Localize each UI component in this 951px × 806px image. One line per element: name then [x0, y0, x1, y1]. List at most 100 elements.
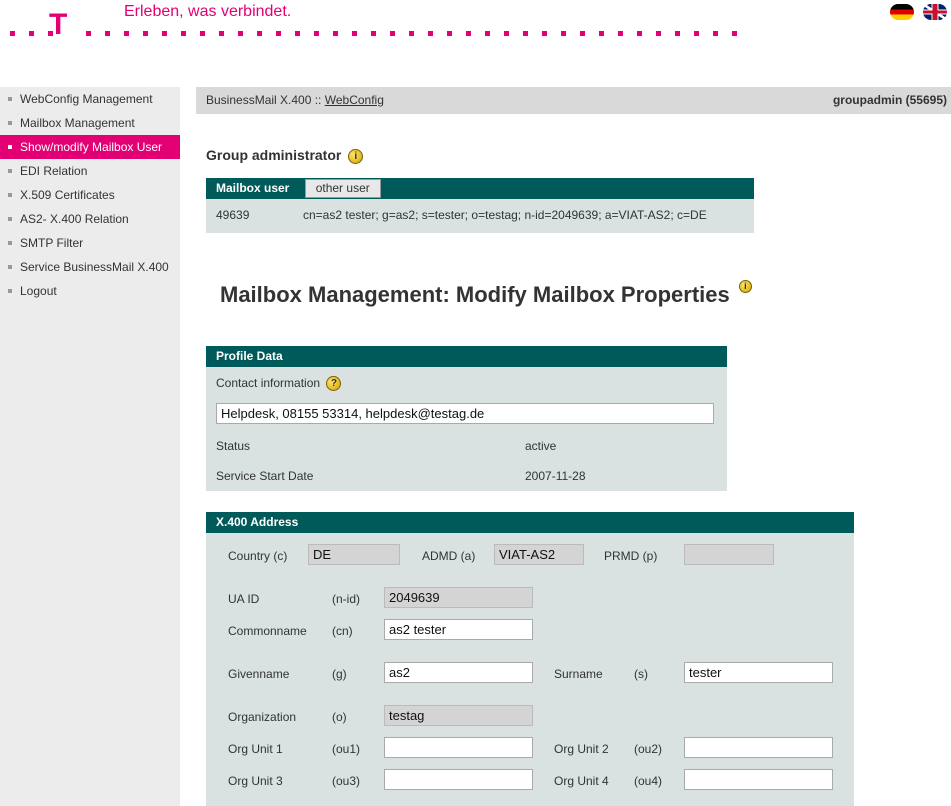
org-unit-4-label: Org Unit 4 — [554, 774, 609, 788]
sidebar-item-label: AS2- X.400 Relation — [20, 212, 129, 226]
country-field: DE — [308, 544, 400, 565]
logo-t-letter: T — [49, 8, 68, 41]
bullet-icon — [8, 169, 12, 173]
service-start-value: 2007-11-28 — [525, 469, 586, 483]
logo-dot — [466, 31, 471, 36]
user-info: groupadmin (55695) — [832, 93, 947, 107]
logo-dot — [694, 31, 699, 36]
logo-dot — [675, 31, 680, 36]
mailbox-user-id: 49639 — [216, 208, 250, 222]
surname-label: Surname — [554, 667, 603, 681]
x400-address-header: X.400 Address — [206, 512, 854, 533]
tab-other-user[interactable]: other user — [304, 179, 381, 198]
mailbox-user-panel: Mailbox user other user 49639 cn=as2 tes… — [206, 178, 754, 233]
uaid-label: UA ID — [228, 592, 260, 606]
mailbox-user-tabs: Mailbox user other user — [206, 178, 754, 199]
flag-germany-icon[interactable] — [889, 4, 914, 20]
mailbox-user-address: cn=as2 tester; g=as2; s=tester; o=testag… — [303, 208, 707, 222]
sidebar-item-label: Mailbox Management — [20, 116, 135, 130]
logo-dot — [10, 31, 15, 36]
profile-data-header: Profile Data — [206, 346, 727, 367]
sidebar-item[interactable]: Show/modify Mailbox User — [0, 135, 180, 159]
sidebar-item-label: X.509 Certificates — [20, 188, 115, 202]
logo-dot — [276, 31, 281, 36]
status-label: Status — [216, 439, 251, 453]
help-icon[interactable]: ? — [326, 376, 342, 392]
info-icon[interactable]: i — [348, 148, 364, 164]
org-unit-1-input[interactable] — [384, 737, 533, 758]
sidebar-item[interactable]: Logout — [0, 279, 180, 303]
country-label: Country (c) — [228, 549, 288, 563]
commonname-label: Commonname — [228, 624, 307, 638]
logo-dot — [618, 31, 623, 36]
org-unit-3-label: Org Unit 3 — [228, 774, 283, 788]
givenname-input[interactable]: as2 — [384, 662, 533, 683]
sidebar-item-label: Service BusinessMail X.400 — [20, 260, 169, 274]
flag-uk-icon[interactable] — [923, 4, 947, 20]
group-admin-title: Group administrator — [206, 147, 342, 163]
logo-dot — [371, 31, 376, 36]
org-unit-4-code: (ou4) — [634, 774, 663, 788]
logo-dot — [295, 31, 300, 36]
sidebar-nav: WebConfig Management Mailbox Management Sh… — [0, 87, 180, 303]
uaid-code: (n-id) — [332, 592, 361, 606]
surname-code: (s) — [634, 667, 648, 681]
sidebar-item[interactable]: SMTP Filter — [0, 231, 180, 255]
sidebar-item[interactable]: Service BusinessMail X.400 — [0, 255, 180, 279]
logo-dot — [656, 31, 661, 36]
org-unit-3-input[interactable] — [384, 769, 533, 790]
logo-dot — [29, 31, 34, 36]
main-content: BusinessMail X.400 :: WebConfig groupadm… — [196, 87, 951, 806]
sidebar-item[interactable]: AS2- X.400 Relation — [0, 207, 180, 231]
admd-label: ADMD (a) — [422, 549, 476, 563]
commonname-code: (cn) — [332, 624, 353, 638]
logo-dot — [143, 31, 148, 36]
logo-dot — [504, 31, 509, 36]
org-unit-2-input[interactable] — [684, 737, 833, 758]
logo-dot — [409, 31, 414, 36]
sidebar-item[interactable]: WebConfig Management — [0, 87, 180, 111]
logo-dot — [333, 31, 338, 36]
logo-dot — [713, 31, 718, 36]
logo-dot — [580, 31, 585, 36]
breadcrumb-webconfig-link[interactable]: WebConfig — [325, 93, 384, 107]
sidebar-item-label: EDI Relation — [20, 164, 88, 178]
org-unit-3-code: (ou3) — [332, 774, 361, 788]
logo-dot — [238, 31, 243, 36]
contact-info-input[interactable]: Helpdesk, 08155 53314, helpdesk@testag.d… — [216, 403, 714, 424]
status-value: active — [525, 439, 557, 453]
tab-mailbox-user[interactable]: Mailbox user — [206, 178, 301, 199]
page-title: Mailbox Management: Modify Mailbox Prope… — [220, 280, 752, 308]
logo-dot — [523, 31, 528, 36]
info-icon[interactable]: i — [738, 280, 752, 293]
x400-address-panel: X.400 Address Country (c) DE ADMD (a) VI… — [206, 512, 854, 806]
service-start-label: Service Start Date — [216, 469, 314, 483]
sidebar-item-label: WebConfig Management — [20, 92, 153, 106]
organization-field: testag — [384, 705, 533, 726]
logo-dot — [599, 31, 604, 36]
sidebar-item[interactable]: EDI Relation — [0, 159, 180, 183]
sidebar-item[interactable]: Mailbox Management — [0, 111, 180, 135]
breadcrumb-prefix: BusinessMail X.400 :: — [206, 93, 322, 107]
logo-dot — [257, 31, 262, 36]
logo-dot — [637, 31, 642, 36]
givenname-code: (g) — [332, 667, 347, 681]
org-unit-4-input[interactable] — [684, 769, 833, 790]
language-switcher — [884, 4, 947, 20]
logo-dot — [447, 31, 452, 36]
admd-field: VIAT-AS2 — [494, 544, 584, 565]
bullet-icon — [8, 145, 12, 149]
org-unit-1-label: Org Unit 1 — [228, 742, 283, 756]
logo-dot — [219, 31, 224, 36]
logo-dot — [181, 31, 186, 36]
org-unit-2-code: (ou2) — [634, 742, 663, 756]
group-admin-heading: Group administrator i — [206, 147, 364, 164]
surname-input[interactable]: tester — [684, 662, 833, 683]
logo-dot — [561, 31, 566, 36]
profile-data-panel: Profile Data Contact information ? Helpd… — [206, 346, 727, 491]
sidebar-item[interactable]: X.509 Certificates — [0, 183, 180, 207]
page-header: T Erleben, was verbindet. — [0, 0, 951, 44]
logo-dot — [314, 31, 319, 36]
breadcrumb-bar: BusinessMail X.400 :: WebConfig groupadm… — [196, 87, 951, 114]
commonname-input[interactable]: as2 tester — [384, 619, 533, 640]
